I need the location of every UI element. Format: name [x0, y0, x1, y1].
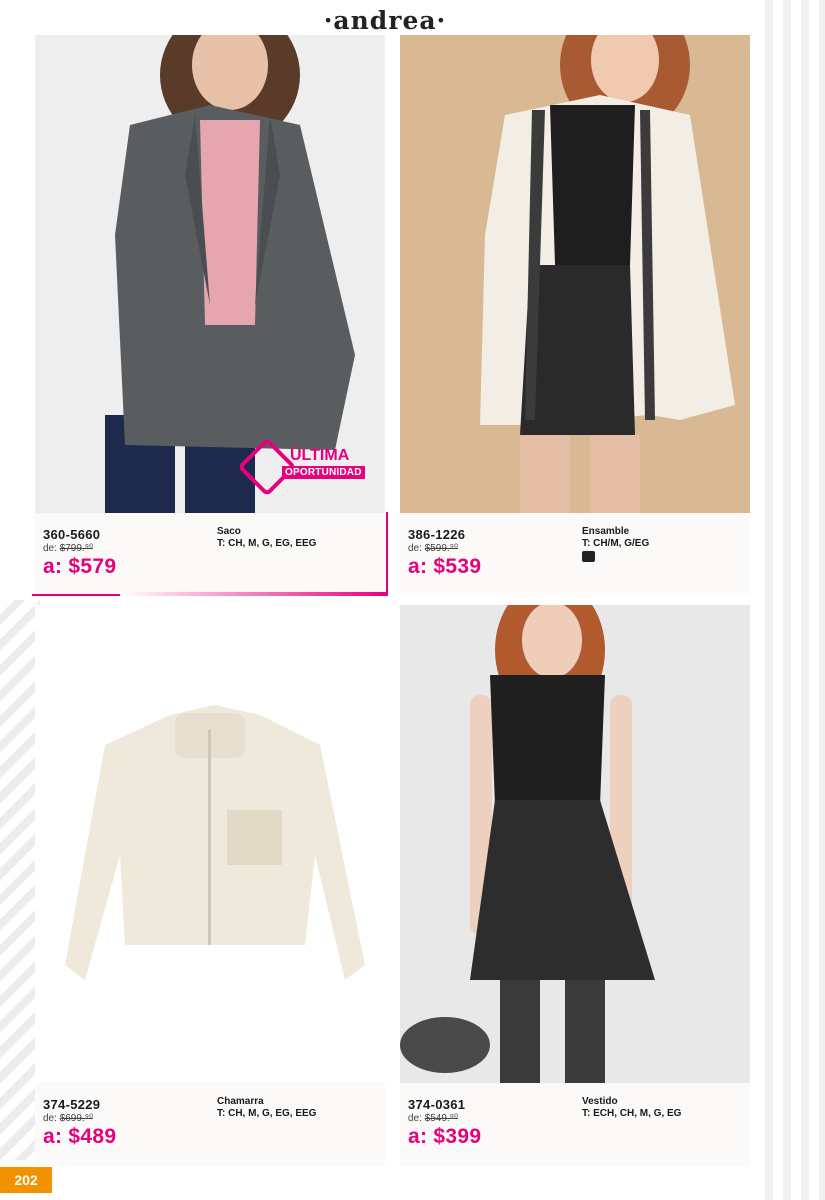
decorative-stripes-right — [755, 0, 825, 1200]
decorative-stripes-left — [0, 600, 40, 1160]
original-price: de: $599.⁹⁰ — [408, 543, 458, 554]
ultima-oportunidad-badge: ÚLTIMA OPORTUNIDAD — [237, 437, 386, 497]
product-sku: 374-0361 — [408, 1097, 466, 1112]
product-info: 374-0361 de: $549.⁹⁰ a: $399 Vestido T: … — [400, 1083, 750, 1165]
original-price-prefix: de: — [408, 1113, 422, 1124]
badge-line1: ÚLTIMA — [290, 447, 350, 464]
product-image — [35, 35, 385, 513]
original-price-value: $599.⁹⁰ — [424, 543, 459, 554]
promo-frame — [32, 512, 388, 596]
product-card[interactable]: 386-1226 de: $599.⁹⁰ a: $539 Ensamble T:… — [400, 35, 750, 595]
brand-logo: ·andrea· — [323, 6, 447, 35]
product-image — [400, 605, 750, 1083]
original-price-prefix: de: — [43, 1113, 57, 1124]
product-sizes: T: CH/M, G/EG — [582, 538, 650, 549]
original-price-prefix: de: — [408, 543, 422, 554]
product-sku: 386-1226 — [408, 527, 466, 542]
promo-frame-underline — [120, 592, 388, 596]
badge-line2: OPORTUNIDAD — [282, 466, 365, 479]
sale-price: a: $539 — [408, 555, 482, 578]
product-sizes: T: ECH, CH, M, G, EG — [582, 1108, 682, 1119]
original-price: de: $699.⁹⁰ — [43, 1113, 93, 1124]
product-info: 386-1226 de: $599.⁹⁰ a: $539 Ensamble T:… — [400, 513, 750, 595]
product-card[interactable]: 360-5660 de: $799.⁹⁰ a: $579 Saco T: CH,… — [35, 35, 385, 595]
product-name: Vestido — [582, 1096, 618, 1107]
sale-price: a: $399 — [408, 1125, 482, 1148]
product-card[interactable]: 374-0361 de: $549.⁹⁰ a: $399 Vestido T: … — [400, 605, 750, 1165]
sale-price: a: $489 — [43, 1125, 117, 1148]
label-icon — [582, 551, 595, 562]
product-image — [400, 35, 750, 513]
product-image — [35, 605, 385, 1083]
product-name: Chamarra — [217, 1096, 264, 1107]
original-price-value: $699.⁹⁰ — [59, 1113, 94, 1124]
product-name: Ensamble — [582, 526, 630, 537]
original-price: de: $549.⁹⁰ — [408, 1113, 458, 1124]
product-sku: 374-5229 — [43, 1097, 101, 1112]
page-number: 202 — [0, 1167, 52, 1193]
product-card[interactable]: 374-5229 de: $699.⁹⁰ a: $489 Chamarra T:… — [35, 605, 385, 1165]
original-price-value: $549.⁹⁰ — [424, 1113, 459, 1124]
product-sizes: T: CH, M, G, EG, EEG — [217, 1108, 317, 1119]
product-info: 374-5229 de: $699.⁹⁰ a: $489 Chamarra T:… — [35, 1083, 385, 1165]
